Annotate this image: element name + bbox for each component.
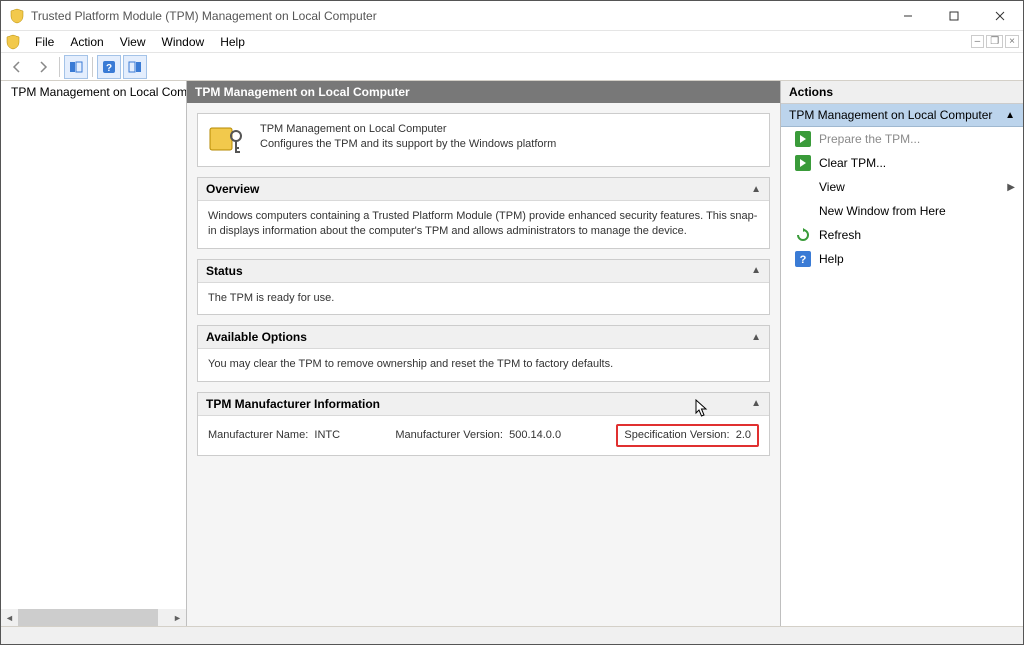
mfr-name-label: Manufacturer Name: [208,429,308,441]
spec-version-label: Specification Version: [624,429,729,441]
key-chip-icon [208,122,248,158]
spec-highlight: Specification Version: 2.0 [616,424,759,447]
center-header: TPM Management on Local Computer [187,81,780,103]
collapse-icon: ▲ [1005,110,1015,121]
options-body: You may clear the TPM to remove ownershi… [198,349,769,380]
back-button[interactable] [5,55,29,79]
scroll-right-arrow[interactable]: ► [169,609,186,626]
manufacturer-header[interactable]: TPM Manufacturer Information ▲ [198,393,769,416]
status-title: Status [206,264,751,278]
tree-pane: TPM Management on Local Comp ◄ ► [1,81,187,626]
separator [59,57,60,77]
collapse-icon: ▲ [751,184,761,195]
mfr-version-label: Manufacturer Version: [395,429,503,441]
hscroll-thumb[interactable] [18,609,158,626]
statusbar [1,626,1023,644]
close-button[interactable] [977,1,1023,31]
mdi-close-icon[interactable]: × [1005,35,1019,48]
window-title: Trusted Platform Module (TPM) Management… [31,9,885,23]
minimize-button[interactable] [885,1,931,31]
manufacturer-panel: TPM Manufacturer Information ▲ Manufactu… [197,392,770,456]
action-new-window[interactable]: New Window from Here [781,199,1023,223]
arrow-right-icon [795,155,811,171]
actions-pane: Actions TPM Management on Local Computer… [780,81,1023,626]
help-icon: ? [795,251,811,267]
spec-version-value: 2.0 [736,429,751,441]
intro-title: TPM Management on Local Computer [260,122,556,137]
tree-hscrollbar[interactable]: ◄ ► [1,609,186,626]
maximize-button[interactable] [931,1,977,31]
separator [92,57,93,77]
tree-root-item[interactable]: TPM Management on Local Comp [1,81,186,103]
blank-icon [795,203,811,219]
refresh-icon [795,227,811,243]
status-panel: Status ▲ The TPM is ready for use. [197,259,770,315]
overview-panel: Overview ▲ Windows computers containing … [197,177,770,249]
actions-header: Actions [781,81,1023,104]
mfr-name-value: INTC [314,429,340,441]
menu-action[interactable]: Action [62,33,111,51]
overview-header[interactable]: Overview ▲ [198,178,769,201]
menubar: File Action View Window Help – ❐ × [1,31,1023,53]
toolbar: ? [1,53,1023,81]
collapse-icon: ▲ [751,332,761,343]
center-pane: TPM Management on Local Computer TPM Man… [187,81,780,626]
overview-body: Windows computers containing a Trusted P… [198,201,769,248]
action-view[interactable]: View ▶ [781,175,1023,199]
center-body: TPM Management on Local Computer Configu… [187,103,780,626]
action-new-window-label: New Window from Here [819,204,946,218]
actions-context-label: TPM Management on Local Computer [789,108,1005,122]
mdi-minimize-icon[interactable]: – [971,35,985,48]
actions-context-header[interactable]: TPM Management on Local Computer ▲ [781,104,1023,127]
action-prepare-label: Prepare the TPM... [819,132,920,146]
status-body: The TPM is ready for use. [198,283,769,314]
body: TPM Management on Local Comp ◄ ► TPM Man… [1,81,1023,626]
menu-help[interactable]: Help [212,33,253,51]
options-title: Available Options [206,330,751,344]
intro-desc: Configures the TPM and its support by th… [260,137,556,152]
console-icon [5,34,21,50]
tree-root-label: TPM Management on Local Comp [11,85,186,99]
action-help-label: Help [819,252,844,266]
manufacturer-title: TPM Manufacturer Information [206,397,751,411]
action-prepare-tpm: Prepare the TPM... [781,127,1023,151]
scroll-left-arrow[interactable]: ◄ [1,609,18,626]
help-button[interactable]: ? [97,55,121,79]
action-refresh[interactable]: Refresh [781,223,1023,247]
action-clear-tpm[interactable]: Clear TPM... [781,151,1023,175]
show-hide-tree-button[interactable] [64,55,88,79]
status-header[interactable]: Status ▲ [198,260,769,283]
chevron-right-icon: ▶ [1007,182,1015,193]
action-refresh-label: Refresh [819,228,861,242]
mfr-version-value: 500.14.0.0 [509,429,561,441]
app-icon [9,8,25,24]
action-help[interactable]: ? Help [781,247,1023,271]
tpm-mmc-window: Trusted Platform Module (TPM) Management… [0,0,1024,645]
overview-title: Overview [206,182,751,196]
blank-icon [795,179,811,195]
menu-file[interactable]: File [27,33,62,51]
show-hide-action-pane-button[interactable] [123,55,147,79]
options-panel: Available Options ▲ You may clear the TP… [197,325,770,381]
collapse-icon: ▲ [751,398,761,409]
arrow-right-icon [795,131,811,147]
intro-panel: TPM Management on Local Computer Configu… [197,113,770,167]
cursor-icon [695,399,709,419]
action-view-label: View [819,180,845,194]
titlebar: Trusted Platform Module (TPM) Management… [1,1,1023,31]
forward-button[interactable] [31,55,55,79]
menu-window[interactable]: Window [154,33,213,51]
collapse-icon: ▲ [751,265,761,276]
options-header[interactable]: Available Options ▲ [198,326,769,349]
svg-text:?: ? [800,254,807,266]
mdi-restore-icon[interactable]: ❐ [986,35,1003,48]
menu-view[interactable]: View [112,33,154,51]
svg-text:?: ? [106,63,112,74]
action-clear-label: Clear TPM... [819,156,886,170]
